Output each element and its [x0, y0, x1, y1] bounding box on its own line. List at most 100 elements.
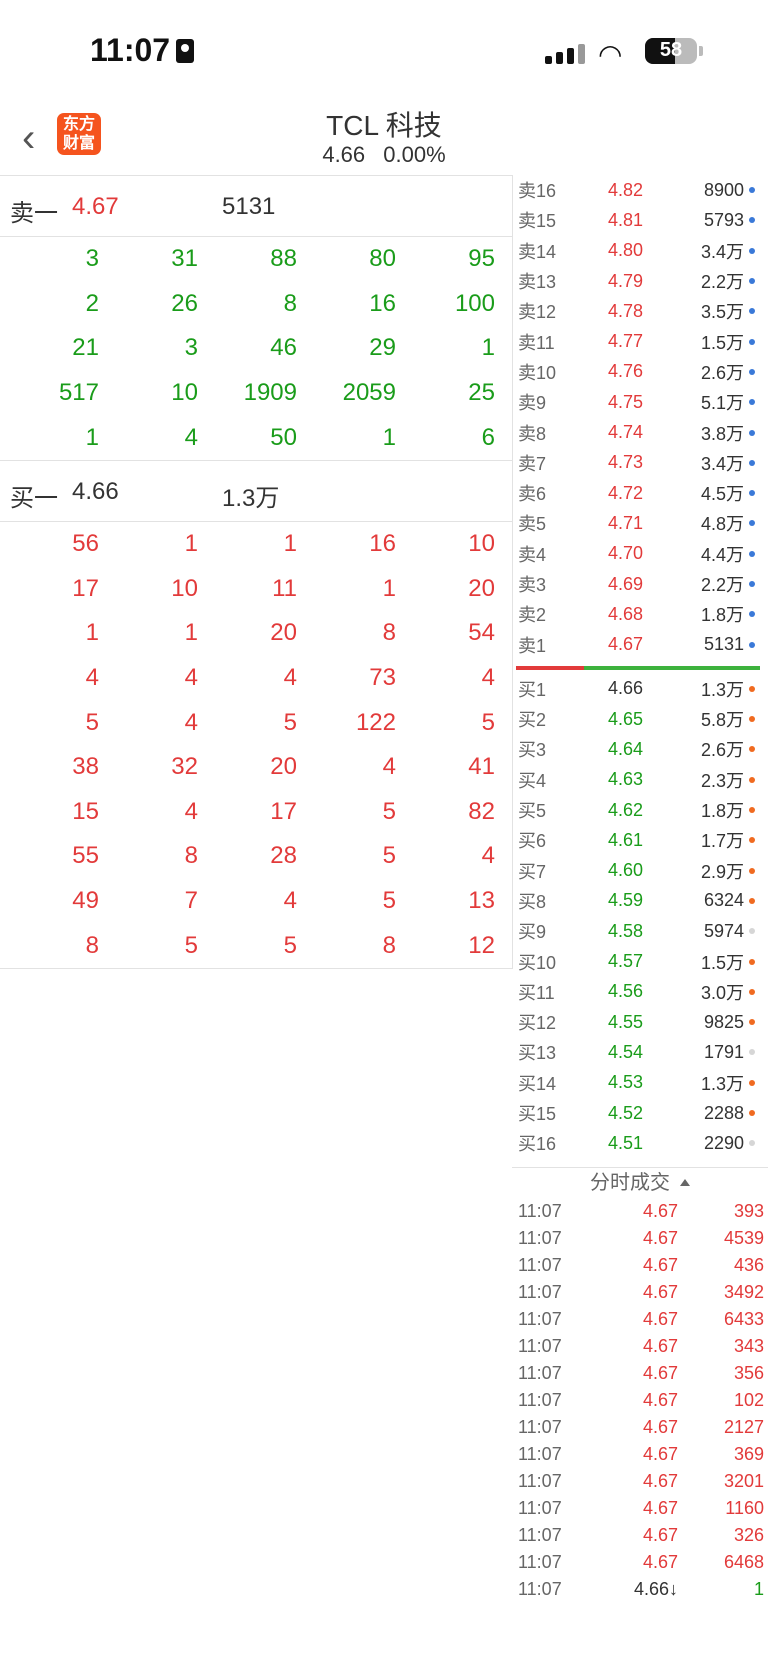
tick-price: 4.67 [642, 1389, 678, 1410]
bid-level-row[interactable]: 买12 4.55 9825 [512, 1007, 768, 1037]
ask-level-row[interactable]: 卖14 4.80 3.4万 [512, 236, 768, 266]
status-dot-icon [749, 746, 755, 753]
tick-volume: 3492 [723, 1281, 764, 1302]
status-dot-icon [749, 807, 755, 814]
level-price: 4.57 [607, 951, 643, 972]
ask-level-row[interactable]: 卖16 4.82 8900 [512, 175, 768, 205]
queue-cell: 5 [283, 708, 297, 736]
bid-level-row[interactable]: 买11 4.56 3.0万 [512, 977, 768, 1007]
tick-volume: 1160 [725, 1497, 764, 1518]
tick-price: 4.67 [642, 1524, 678, 1545]
queue-cell: 12 [468, 931, 495, 959]
queue-cell: 20 [270, 753, 297, 781]
level-label: 买1 [518, 679, 547, 700]
level-volume: 1.5万 [700, 952, 744, 973]
tick-price: 4.67 [642, 1416, 678, 1437]
queue-row: 1 1 20 8 54 [0, 611, 512, 656]
stock-price: 4.66 [322, 142, 366, 167]
bid-level-row[interactable]: 买6 4.61 1.7万 [512, 825, 768, 855]
ticks-title[interactable]: 分时成交 [512, 1168, 768, 1198]
tick-time: 11:07 [518, 1254, 562, 1275]
bid-level-row[interactable]: 买10 4.57 1.5万 [512, 946, 768, 976]
tick-price: 4.67 [642, 1443, 678, 1464]
tick-row: 11:07 4.67 2127 [512, 1414, 768, 1441]
bid-level-row[interactable]: 买13 4.54 1791 [512, 1037, 768, 1067]
level-label: 买4 [518, 770, 547, 791]
queue-row: 49 7 4 5 13 [0, 879, 512, 924]
level-price: 4.80 [607, 240, 643, 261]
ask-level-row[interactable]: 卖8 4.74 3.8万 [512, 417, 768, 447]
queue-cell: 80 [369, 245, 396, 273]
tick-row: 11:07 4.67 6468 [512, 1549, 768, 1576]
queue-cell: 6 [481, 423, 495, 451]
level-volume: 3.4万 [700, 241, 744, 262]
ask-level-row[interactable]: 卖12 4.78 3.5万 [512, 296, 768, 326]
status-dot-icon [749, 1110, 755, 1117]
queue-cell: 21 [72, 334, 99, 362]
tick-row: 11:07 4.67 326 [512, 1522, 768, 1549]
contact-card-icon [176, 39, 195, 63]
ask-level-row[interactable]: 卖15 4.81 5793 [512, 205, 768, 235]
ask-level-row[interactable]: 卖13 4.79 2.2万 [512, 266, 768, 296]
bid-level-row[interactable]: 买16 4.51 2290 [512, 1128, 768, 1158]
ask-level-row[interactable]: 卖2 4.68 1.8万 [512, 599, 768, 629]
queue-cell: 41 [468, 753, 495, 781]
tick-row: 11:07 4.66↓ 1 [512, 1576, 768, 1603]
ask-level-row[interactable]: 卖5 4.71 4.8万 [512, 508, 768, 538]
queue-cell: 5 [283, 931, 297, 959]
queue-cell: 88 [270, 245, 297, 273]
bid-level-row[interactable]: 买15 4.52 2288 [512, 1098, 768, 1128]
level-price: 4.51 [607, 1132, 643, 1153]
queue-cell: 4 [283, 664, 297, 692]
bid-level-row[interactable]: 买9 4.58 5974 [512, 916, 768, 946]
status-dot-icon [749, 867, 755, 874]
ask-level-row[interactable]: 卖9 4.75 5.1万 [512, 387, 768, 417]
bid-level-row[interactable]: 买2 4.65 5.8万 [512, 704, 768, 734]
queue-cell: 4 [481, 842, 495, 870]
ask-level-row[interactable]: 卖6 4.72 4.5万 [512, 478, 768, 508]
level-price: 4.72 [607, 482, 643, 503]
bid-level-row[interactable]: 买7 4.60 2.9万 [512, 856, 768, 886]
level-label: 买7 [518, 861, 547, 882]
queue-cell: 1 [85, 423, 99, 451]
bid-level-row[interactable]: 买5 4.62 1.8万 [512, 795, 768, 825]
status-dot-icon [749, 581, 755, 587]
bid-level-row[interactable]: 买4 4.63 2.3万 [512, 765, 768, 795]
status-dot-icon [749, 1079, 755, 1086]
ask-level-row[interactable]: 卖7 4.73 3.4万 [512, 448, 768, 478]
ask-level-row[interactable]: 卖3 4.69 2.2万 [512, 569, 768, 599]
status-dot-icon [749, 490, 755, 497]
queue-row: 38 32 20 4 41 [0, 745, 512, 790]
bid-level-row[interactable]: 买3 4.64 2.6万 [512, 734, 768, 764]
status-dot-icon [749, 988, 755, 995]
status-dot-icon [749, 1140, 755, 1147]
bid-level-row[interactable]: 买8 4.59 6324 [512, 886, 768, 916]
queue-cell: 5 [382, 842, 396, 870]
bid-level-row[interactable]: 买1 4.66 1.3万 [512, 674, 768, 704]
level-label: 买12 [518, 1013, 557, 1034]
bid-level-row[interactable]: 买14 4.53 1.3万 [512, 1068, 768, 1098]
ask-level-row[interactable]: 卖4 4.70 4.4万 [512, 539, 768, 569]
ask-level-row[interactable]: 卖10 4.76 2.6万 [512, 357, 768, 387]
queue-cell: 38 [72, 753, 99, 781]
level-price: 4.54 [607, 1041, 643, 1062]
tick-volume: 343 [733, 1335, 764, 1356]
queue-cell: 17 [72, 574, 99, 602]
status-dot-icon [749, 520, 755, 527]
level-price: 4.77 [607, 331, 643, 352]
level-price: 4.62 [607, 799, 643, 820]
status-dot-icon [749, 187, 755, 194]
ask-level-row[interactable]: 卖11 4.77 1.5万 [512, 326, 768, 356]
level-label: 买13 [518, 1043, 557, 1064]
tick-list[interactable]: 11:07 4.67 393 11:07 4.67 4539 11:07 4.67 436 11:… [512, 1198, 768, 1603]
level-volume: 1.3万 [700, 679, 744, 700]
level-label: 卖13 [518, 272, 557, 293]
tick-volume: 393 [733, 1200, 764, 1221]
level-label: 买16 [518, 1134, 557, 1155]
level-volume: 2.6万 [700, 362, 744, 383]
queue-cell: 4 [184, 797, 198, 825]
level-label: 卖8 [518, 423, 547, 444]
level-price: 4.61 [607, 829, 643, 850]
buy-one-label: 买一 [10, 484, 58, 512]
ask-level-row[interactable]: 卖1 4.67 5131 [512, 629, 768, 659]
